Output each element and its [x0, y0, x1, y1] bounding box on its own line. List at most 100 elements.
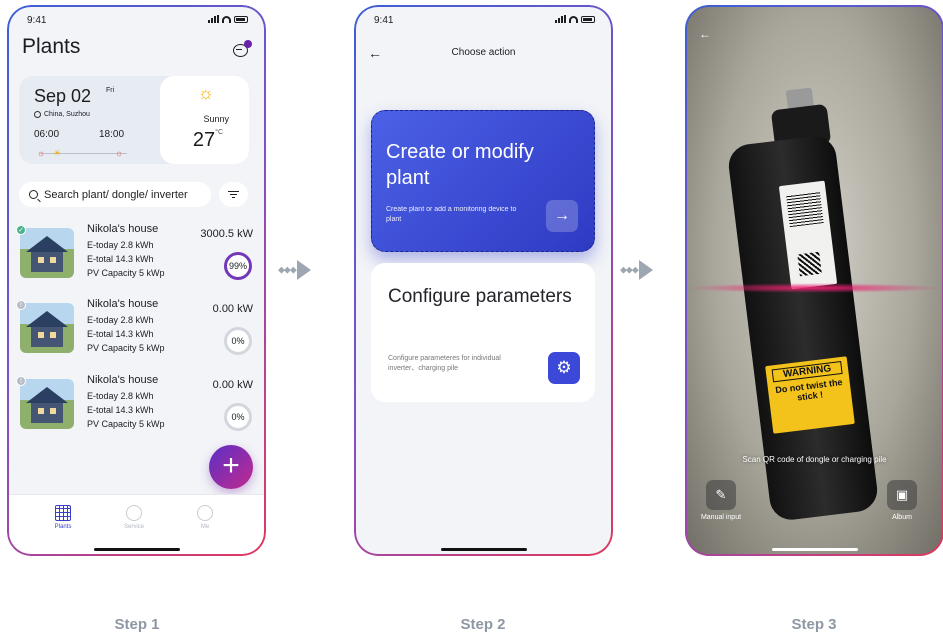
choose-action-screen: 9:41 ← Choose action Create or modify pl… — [354, 5, 613, 556]
camera-viewfinder: WARNING Do not twist the stick ! — [685, 5, 943, 556]
manual-input-label: Manual input — [700, 514, 742, 521]
weather-location: China, Suzhou — [34, 111, 90, 118]
home-indicator — [440, 548, 527, 551]
tab-me[interactable]: Me — [175, 505, 235, 530]
configure-parameters-card[interactable]: Configure parameters Configure parameter… — [371, 263, 595, 402]
plant-list-item[interactable]: ! Nikola's house E-today 2.8 kWh E-total… — [7, 295, 266, 365]
album-label: Album — [892, 514, 912, 521]
search-icon — [29, 190, 38, 199]
battery-icon — [581, 15, 595, 23]
tab-plants[interactable]: Plants — [33, 505, 93, 530]
pencil-icon: ✎ — [706, 480, 736, 510]
flow-arrow-icon: ◆◆◆ — [278, 260, 320, 280]
plant-list-item[interactable]: ! Nikola's house E-today 2.8 kWh E-total… — [7, 371, 266, 441]
status-bar: 9:41 — [354, 15, 613, 29]
weather-weekday: Fri — [106, 87, 115, 94]
sunrise-icon: ☼ — [37, 148, 46, 158]
plant-power: 3000.5 kW — [200, 228, 253, 240]
configure-parameters-description: Configure parameteres for individual inv… — [388, 355, 501, 372]
step-label: Step 1 — [114, 616, 160, 633]
status-time: 9:41 — [374, 15, 394, 26]
plant-e-today: E-today 2.8 kWh — [87, 315, 154, 325]
tab-service[interactable]: Service — [104, 505, 164, 530]
plant-percent-ring: 99% — [224, 252, 252, 280]
wifi-icon — [569, 15, 578, 23]
plant-capacity: PV Capacity 5 kWp — [87, 419, 165, 429]
location-label: China, Suzhou — [44, 111, 90, 118]
plant-power: 0.00 kW — [212, 303, 253, 315]
plant-capacity: PV Capacity 5 kWp — [87, 268, 165, 278]
status-bar: 9:41 — [7, 15, 266, 29]
album-button[interactable]: ▣ Album — [872, 480, 932, 521]
search-placeholder: Search plant/ dongle/ inverter — [44, 188, 188, 201]
step-label: Step 2 — [460, 616, 506, 633]
plant-name: Nikola's house — [87, 223, 159, 235]
plant-photo — [20, 228, 74, 278]
plant-list-item[interactable]: ✓ Nikola's house E-today 2.8 kWh E-total… — [7, 220, 266, 290]
plant-e-today: E-today 2.8 kWh — [87, 391, 154, 401]
notification-dot — [244, 40, 252, 48]
plant-e-total: E-total 14.3 kWh — [87, 254, 154, 264]
offline-status-icon: ! — [16, 300, 26, 310]
status-icons — [208, 15, 248, 23]
create-plant-description: Create plant or add a monitoring device … — [386, 206, 517, 223]
add-plant-button[interactable]: + — [209, 445, 253, 489]
page-title: Plants — [22, 35, 81, 58]
sunset-time: 18:00 — [99, 129, 125, 140]
plant-power: 0.00 kW — [212, 379, 253, 391]
status-icons — [555, 15, 595, 23]
weather-date: Sep 02 — [34, 86, 92, 106]
weather-summary: ☼ Sunny 27°C — [160, 76, 249, 164]
plant-percent-ring: 0% — [224, 403, 252, 431]
create-plant-heading: Create or modify plant — [386, 141, 534, 189]
warning-sticker: WARNING Do not twist the stick ! — [765, 356, 855, 434]
plant-photo — [20, 379, 74, 429]
solar-panel-icon — [55, 505, 71, 521]
sunset-icon: ☼ — [115, 148, 124, 158]
message-icon[interactable] — [233, 40, 252, 57]
flow-arrow-icon: ◆◆◆ — [620, 260, 662, 280]
scan-line — [685, 283, 943, 293]
page-title: Choose action — [451, 47, 516, 58]
online-status-icon: ✓ — [16, 225, 26, 235]
tab-service-label: Service — [123, 524, 144, 530]
offline-status-icon: ! — [16, 376, 26, 386]
sunny-icon: ☼ — [197, 83, 215, 103]
plant-capacity: PV Capacity 5 kWp — [87, 343, 165, 353]
user-icon — [197, 505, 213, 521]
temperature-value: 27 — [192, 129, 216, 151]
plant-e-today: E-today 2.8 kWh — [87, 240, 154, 250]
plant-photo — [20, 303, 74, 353]
plant-e-total: E-total 14.3 kWh — [87, 405, 154, 415]
weather-condition: Sunny — [203, 114, 229, 124]
location-pin-icon — [34, 111, 41, 118]
status-time: 9:41 — [27, 15, 47, 26]
bottom-tab-bar: Plants Service Me — [7, 494, 266, 556]
create-plant-card[interactable]: Create or modify plant Create plant or a… — [371, 110, 595, 252]
plant-name: Nikola's house — [87, 298, 159, 310]
plant-e-total: E-total 14.3 kWh — [87, 329, 154, 339]
scan-screen: WARNING Do not twist the stick ! ← Scan … — [685, 5, 943, 556]
signal-icon — [208, 15, 219, 23]
plants-screen: 9:41 Plants Sep 02 Fri China, Suzhou 06:… — [7, 5, 266, 556]
temperature-unit: °C — [215, 129, 223, 136]
manual-input-button[interactable]: ✎ Manual input — [691, 480, 751, 521]
sun-position-icon: ☀ — [53, 148, 62, 158]
image-icon: ▣ — [887, 480, 917, 510]
step-label: Step 3 — [791, 616, 837, 633]
wifi-icon — [222, 15, 231, 23]
home-indicator — [93, 548, 180, 551]
back-arrow-icon[interactable]: ← — [699, 27, 711, 41]
filter-button[interactable] — [219, 182, 248, 207]
gear-icon[interactable]: ⚙ — [548, 352, 580, 384]
plant-name: Nikola's house — [87, 374, 159, 386]
tab-me-label: Me — [200, 524, 210, 530]
plant-percent-ring: 0% — [224, 327, 252, 355]
battery-icon — [234, 15, 248, 23]
search-input[interactable]: Search plant/ dongle/ inverter — [19, 182, 211, 207]
service-icon — [126, 505, 142, 521]
scan-hint: Scan QR code of dongle or charging pile — [742, 455, 887, 464]
weather-card: Sep 02 Fri China, Suzhou 06:00 18:00 ☼ ☀… — [19, 76, 249, 164]
arrow-right-icon[interactable]: → — [546, 200, 578, 232]
tab-plants-label: Plants — [54, 524, 72, 530]
